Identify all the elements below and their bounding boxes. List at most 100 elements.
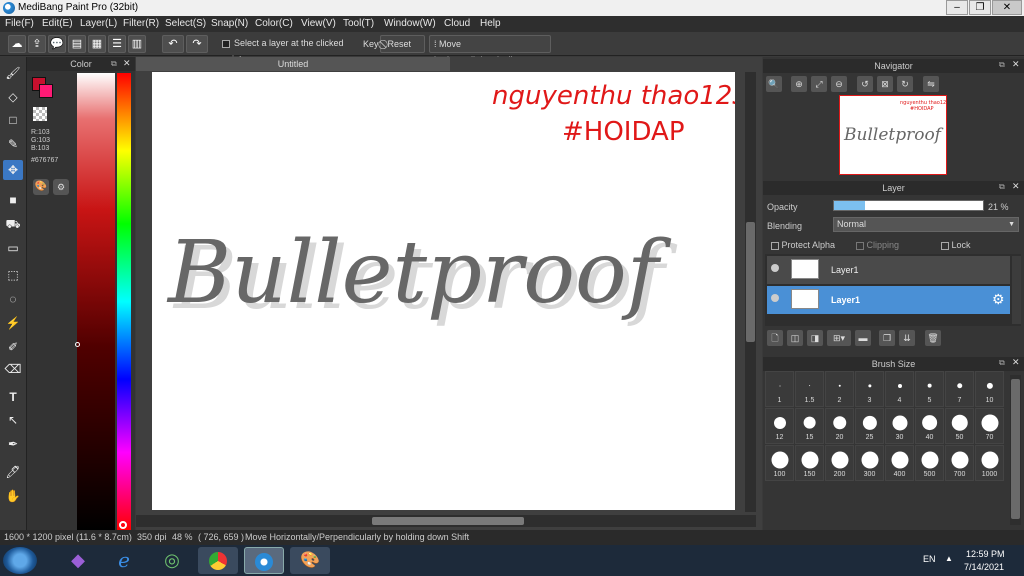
menu-view[interactable]: View(V) [301, 18, 336, 29]
menu-help[interactable]: Help [480, 18, 501, 29]
fill-rect-icon[interactable]: ■ [3, 190, 23, 210]
language-indicator[interactable]: EN [923, 554, 936, 564]
select-layer-option[interactable]: Select a layer at the clicked point [218, 35, 358, 64]
list-icon[interactable]: ☰ [108, 35, 126, 53]
layer-row-selected[interactable]: Layer1 ⚙ [767, 286, 1010, 314]
menu-color[interactable]: Color(C) [255, 18, 293, 29]
protect-alpha-option[interactable]: Protect Alpha [771, 240, 835, 250]
brush-size-cell[interactable]: 10 [975, 371, 1004, 407]
vertical-scrollbar[interactable] [745, 72, 756, 512]
select-pen-icon[interactable]: ✎ [3, 134, 23, 154]
brush-size-cell[interactable]: 5 [915, 371, 944, 407]
pen-tool-icon[interactable]: 🖊 [3, 462, 23, 482]
rect-select-icon[interactable]: ⬚ [3, 265, 23, 285]
navigator-preview[interactable]: Bulletproof nguyenthu thao123 #HOIDAP [839, 95, 949, 175]
horizontal-scrollbar[interactable] [136, 515, 756, 527]
brush-size-cell[interactable]: 4 [885, 371, 914, 407]
operation-tool-icon[interactable]: ↖ [3, 410, 23, 430]
merge-down-icon[interactable]: ⇊ [899, 330, 915, 346]
comment-icon[interactable]: 💬 [48, 35, 66, 53]
color-cursor[interactable] [75, 342, 80, 347]
vertical-scroll-thumb[interactable] [746, 222, 755, 342]
navigator-float-icon[interactable]: ⧉ [999, 60, 1005, 70]
menu-tool[interactable]: Tool(T) [343, 18, 374, 29]
lock-checkbox[interactable] [941, 241, 949, 250]
menu-edit[interactable]: Edit(E) [42, 18, 73, 29]
rotate-right-icon[interactable]: ↻ [897, 76, 913, 92]
text-tool-icon[interactable]: T [3, 387, 23, 407]
zoom-in-icon[interactable]: ⊕ [791, 76, 807, 92]
brush-size-cell[interactable]: 200 [825, 445, 854, 481]
color-settings-icon[interactable]: ⚙ [53, 179, 69, 195]
brush-size-cell[interactable]: 30 [885, 408, 914, 444]
zoom-out-icon[interactable]: ⊖ [831, 76, 847, 92]
layer-row[interactable]: Layer1 [767, 256, 1010, 284]
rotate-left-icon[interactable]: ↺ [857, 76, 873, 92]
clipping-option[interactable]: Clipping [856, 240, 899, 250]
blending-select[interactable]: Normal ▼ [833, 217, 1019, 232]
folder-icon[interactable]: ▬ [855, 330, 871, 346]
hue-slider[interactable] [117, 73, 131, 530]
message-icon[interactable]: ▤ [68, 35, 86, 53]
hand-tool-icon[interactable]: ✋ [3, 486, 23, 506]
browser-icon[interactable]: ◎ [152, 547, 192, 574]
zoom-in-small-icon[interactable]: 🔍 [766, 76, 782, 92]
reset-button[interactable]: ⃠ Reset [380, 35, 425, 53]
visibility-icon[interactable] [771, 264, 779, 272]
brush-size-cell[interactable]: 50 [945, 408, 974, 444]
cloud-icon[interactable]: ☁ [8, 35, 26, 53]
medibang-taskbar-icon[interactable] [244, 547, 284, 574]
brush-size-cell[interactable]: 70 [975, 408, 1004, 444]
brush-close-icon[interactable]: ✕ [1012, 357, 1020, 368]
layer-float-icon[interactable]: ⧉ [999, 182, 1005, 192]
select-layer-checkbox[interactable] [222, 39, 230, 48]
move-horizontally-button[interactable]: ⁞ Move horizontally/vertically [429, 35, 551, 65]
grid-icon[interactable]: ▥ [128, 35, 146, 53]
close-button[interactable]: ✕ [992, 0, 1022, 15]
share-icon[interactable]: ⇪ [28, 35, 46, 53]
brush-size-cell[interactable]: 1000 [975, 445, 1004, 481]
brush-size-cell[interactable]: 100 [765, 445, 794, 481]
internet-explorer-icon[interactable]: e [104, 547, 144, 574]
brush-size-cell[interactable]: 2 [825, 371, 854, 407]
menu-window[interactable]: Window(W) [384, 18, 436, 29]
tray-arrow-icon[interactable]: ▲ [945, 554, 953, 563]
move-tool-icon[interactable]: ✥ [3, 160, 23, 180]
brush-size-cell[interactable]: 12 [765, 408, 794, 444]
brush-size-cell[interactable]: 300 [855, 445, 884, 481]
clipping-checkbox[interactable] [856, 241, 864, 250]
start-button[interactable] [3, 547, 37, 574]
protect-alpha-checkbox[interactable] [771, 241, 779, 250]
background-swatch[interactable] [39, 84, 53, 98]
lock-option[interactable]: Lock [941, 240, 971, 250]
document-icon[interactable]: ▦ [88, 35, 106, 53]
new-layer-icon[interactable]: 🗋 [767, 330, 783, 346]
menu-file[interactable]: File(F) [5, 18, 34, 29]
brush-size-cell[interactable]: 150 [795, 445, 824, 481]
menu-cloud[interactable]: Cloud [444, 18, 470, 29]
menu-select[interactable]: Select(S) [165, 18, 206, 29]
brush-size-cell[interactable]: 1 [765, 371, 794, 407]
magic-wand-icon[interactable]: ⚡ [3, 313, 23, 333]
duplicate-layer-icon[interactable]: ❐ [879, 330, 895, 346]
clock-date[interactable]: 7/14/2021 [964, 562, 1004, 572]
add-layer-dropdown-icon[interactable]: ⊞▾ [827, 330, 851, 346]
flip-icon[interactable]: ⇋ [923, 76, 939, 92]
select-pen2-icon[interactable]: ✐ [3, 337, 23, 357]
eraser-tool-icon[interactable]: ◇ [3, 87, 23, 107]
redo-icon[interactable]: ↷ [186, 35, 208, 53]
undo-icon[interactable]: ↶ [162, 35, 184, 53]
brush-size-cell[interactable]: 40 [915, 408, 944, 444]
navigator-close-icon[interactable]: ✕ [1012, 59, 1020, 70]
gradient-tool-icon[interactable]: ▭ [3, 238, 23, 258]
layer-settings-gear-icon[interactable]: ⚙ [992, 291, 1005, 308]
float-icon[interactable]: ⧉ [111, 59, 117, 69]
visual-studio-icon[interactable]: ◆ [58, 547, 98, 574]
chrome-icon[interactable] [198, 547, 238, 574]
layer-close-icon[interactable]: ✕ [1012, 181, 1020, 192]
new-halftone-layer-icon[interactable]: ◫ [787, 330, 803, 346]
menu-snap[interactable]: Snap(N) [211, 18, 248, 29]
opacity-slider[interactable] [833, 200, 984, 211]
reset-view-icon[interactable]: ⊠ [877, 76, 893, 92]
visibility-icon[interactable] [771, 294, 779, 302]
